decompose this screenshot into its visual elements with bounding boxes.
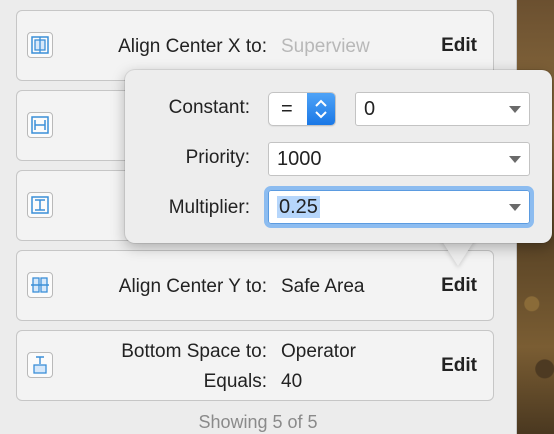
constraint-row-align-center-y[interactable]: Align Center Y to: Safe Area Edit: [16, 250, 494, 321]
multiplier-value[interactable]: 0.25: [277, 196, 320, 218]
constraint-edit-popover: Constant: = 0 Priority: 1000 Multiplier:…: [125, 70, 552, 243]
multiplier-combobox[interactable]: 0.25: [264, 186, 534, 228]
edit-button[interactable]: Edit: [441, 275, 477, 297]
chevron-down-icon[interactable]: [509, 156, 521, 163]
showing-count: Showing 5 of 5: [198, 412, 318, 432]
constraint-label-equals: Equals:: [203, 371, 267, 392]
align-center-y-icon: [27, 272, 53, 298]
constant-value: 0: [364, 98, 376, 120]
edit-button[interactable]: Edit: [441, 355, 477, 377]
constraint-label: Align Center Y to:: [118, 276, 267, 297]
chevron-down-icon[interactable]: [509, 106, 521, 113]
priority-label: Priority:: [185, 147, 250, 168]
priority-combobox[interactable]: 1000: [268, 142, 530, 176]
edit-button[interactable]: Edit: [441, 35, 477, 57]
align-center-x-icon: [27, 32, 53, 58]
constraint-label: Bottom Space to:: [121, 341, 267, 362]
relation-popup[interactable]: =: [268, 92, 336, 126]
constraint-value: Operator: [281, 341, 356, 362]
horizontal-spacing-icon: [27, 112, 53, 138]
relation-value: =: [281, 98, 293, 120]
constant-label: Constant:: [168, 97, 250, 118]
bottom-space-icon: [27, 352, 53, 378]
priority-value: 1000: [277, 148, 322, 170]
chevron-down-icon[interactable]: [509, 204, 521, 211]
vertical-spacing-icon: [27, 192, 53, 218]
constraint-value: Superview: [281, 36, 370, 57]
constraint-row-bottom-space[interactable]: Bottom Space to: Operator Equals: 40 Edi…: [16, 330, 494, 401]
chevron-updown-icon[interactable]: [307, 93, 335, 125]
constraint-value-equals: 40: [281, 371, 303, 392]
constant-combobox[interactable]: 0: [355, 92, 530, 126]
constraint-label: Align Center X to:: [118, 36, 267, 57]
constraint-value: Safe Area: [281, 276, 365, 297]
multiplier-label: Multiplier:: [168, 197, 250, 218]
